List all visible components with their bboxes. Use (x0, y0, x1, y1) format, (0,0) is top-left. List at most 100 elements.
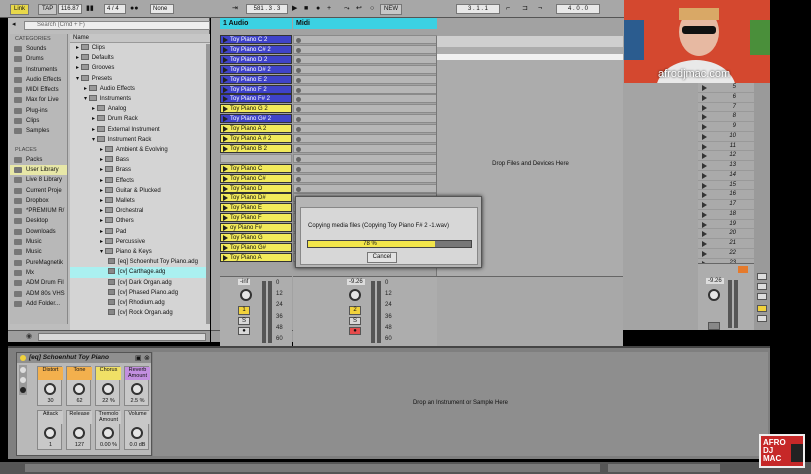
macro-knob[interactable] (131, 383, 143, 395)
place-downloads[interactable]: Downloads (10, 227, 67, 237)
instrument-drop-zone[interactable]: Drop an Instrument or Sample Here (153, 352, 768, 456)
place-current-project[interactable]: Current Proje (10, 186, 67, 196)
pan-knob[interactable] (349, 289, 361, 301)
clip-stop-icon[interactable] (296, 97, 301, 103)
scene-play-icon[interactable] (702, 133, 707, 140)
scene-launch[interactable]: 20 (698, 229, 754, 239)
overdub-icon[interactable]: + (327, 5, 331, 13)
device-power-icon[interactable] (20, 355, 26, 361)
scene-launch[interactable]: 21 (698, 239, 754, 249)
place-music[interactable]: Music (10, 237, 67, 247)
volume-readout[interactable]: -9.26 (347, 279, 365, 285)
midi-clip-slot[interactable] (293, 54, 437, 64)
volume-readout[interactable]: -inf (238, 279, 251, 285)
link-button[interactable]: Link (10, 4, 30, 15)
show-devices-icon[interactable] (20, 387, 26, 393)
clip-stop-icon[interactable] (296, 176, 301, 182)
category-max-for-live[interactable]: Max for Live (10, 95, 67, 105)
macro-knob[interactable] (44, 427, 56, 439)
quantize-select[interactable]: None (150, 4, 174, 14)
back-to-arrangement-icon[interactable]: ↩ (356, 5, 362, 13)
scene-launch[interactable]: 22 (698, 249, 754, 259)
macro-knob[interactable] (102, 427, 114, 439)
clip[interactable]: Toy Piano G# (220, 242, 292, 252)
place-puremagnetik[interactable]: PureMagnetik (10, 258, 67, 268)
macro-control[interactable]: Chorus 22 % (95, 366, 121, 406)
browser-toggle-icon[interactable]: ◂ (12, 21, 16, 29)
tree-item[interactable]: ▸ Ambient & Evolving (70, 145, 210, 155)
pan-knob[interactable] (240, 289, 252, 301)
clip-stop-icon[interactable] (296, 67, 301, 73)
loop-length-field[interactable]: 4 . 0 . 0 (556, 4, 600, 14)
scene-play-icon[interactable] (702, 221, 707, 228)
preview-waveform[interactable] (38, 333, 206, 341)
save-preset-icon[interactable]: ▣ (135, 354, 142, 362)
tree-item[interactable]: ▾ Instruments (70, 94, 210, 104)
clip-stop-icon[interactable] (296, 57, 301, 63)
play-icon[interactable]: ▶ (292, 5, 297, 13)
tree-item[interactable]: ▸ External Instrument (70, 125, 210, 135)
scene-play-icon[interactable] (702, 114, 707, 121)
arm-button[interactable]: ● (238, 327, 250, 335)
add-folder-link[interactable]: Add Folder... (10, 299, 67, 309)
macro-knob[interactable] (73, 427, 85, 439)
scene-launch[interactable]: 15 (698, 181, 754, 191)
search-input[interactable]: Search (Cmd + F) (24, 21, 210, 30)
clip-play-icon[interactable] (223, 185, 228, 192)
tree-item[interactable]: ▸ Defaults (70, 53, 210, 63)
macro-control[interactable]: Distort 30 (37, 366, 63, 406)
place-dropbox[interactable]: Dropbox (10, 196, 67, 206)
clip[interactable]: Toy Piano F 2 (220, 84, 292, 94)
stop-icon[interactable]: ■ (304, 5, 308, 13)
midi-clip-slot[interactable] (293, 143, 437, 153)
midi-clip-slot[interactable] (293, 64, 437, 74)
clip[interactable]: Toy Piano C# (220, 173, 292, 183)
tree-file[interactable]: [cv] Dark Organ.adg (70, 278, 210, 288)
place-premium[interactable]: *PREMIUM R/ (10, 206, 67, 216)
tree-item[interactable]: ▸ Audio Effects (70, 84, 210, 94)
tree-item[interactable]: ▸ Clips (70, 43, 210, 53)
session-record-icon[interactable]: ○ (370, 5, 374, 13)
scene-play-icon[interactable] (702, 153, 707, 160)
scene-play-icon[interactable] (702, 182, 707, 189)
clip-stop-icon[interactable] (296, 127, 301, 133)
macro-knob[interactable] (102, 383, 114, 395)
midi-clip-slot[interactable] (293, 183, 437, 193)
scene-play-icon[interactable] (702, 124, 707, 130)
category-clips[interactable]: Clips (10, 116, 67, 126)
clip-stop-icon[interactable] (296, 38, 301, 43)
follow-icon[interactable]: ⇥ (232, 5, 238, 13)
master-stop-icon[interactable] (738, 266, 748, 273)
midi-clip-slot[interactable] (293, 124, 437, 134)
scene-launch[interactable]: 17 (698, 200, 754, 210)
arm-button[interactable]: ● (349, 327, 361, 335)
track-header-audio[interactable]: 1 Audio (220, 18, 292, 29)
scene-play-icon[interactable] (702, 85, 707, 91)
clip-play-icon[interactable] (223, 244, 228, 251)
punch-out-icon[interactable]: ¬ (538, 5, 542, 13)
cancel-button[interactable]: Cancel (367, 252, 397, 263)
tree-item[interactable]: ▸ Analog (70, 104, 210, 114)
mixer-toggle-icon[interactable] (757, 305, 767, 312)
clip-play-icon[interactable] (223, 56, 228, 63)
loop-start-field[interactable]: 3 . 1 . 1 (456, 4, 500, 14)
category-samples[interactable]: Samples (10, 126, 67, 136)
tree-file[interactable]: [cv] Rhodium.adg (70, 298, 210, 308)
clip-stop-icon[interactable] (296, 156, 301, 162)
tree-item[interactable]: ▸ Drum Rack (70, 114, 210, 124)
macro-control[interactable]: Volume 0.0 dB (124, 410, 150, 450)
tap-button[interactable]: TAP (38, 4, 58, 15)
clip[interactable]: Toy Piano B 2 (220, 143, 292, 153)
clip[interactable]: Toy Piano D (220, 183, 292, 193)
loop-icon[interactable]: ⊐ (522, 5, 528, 13)
tree-file[interactable]: [cv] Rock Organ.adg (70, 308, 210, 318)
clip-play-icon[interactable] (223, 126, 228, 133)
place-adm-vhs[interactable]: ADM 80s VHS (10, 289, 67, 299)
returns-toggle-icon[interactable] (757, 293, 767, 300)
preview-icon[interactable]: ◉ (26, 333, 32, 341)
clip-play-icon[interactable] (223, 205, 228, 212)
scene-play-icon[interactable] (702, 241, 707, 247)
scene-launch[interactable]: 6 (698, 93, 754, 103)
tree-item[interactable]: ▸ Brass (70, 165, 210, 175)
scene-play-icon[interactable] (702, 163, 707, 169)
